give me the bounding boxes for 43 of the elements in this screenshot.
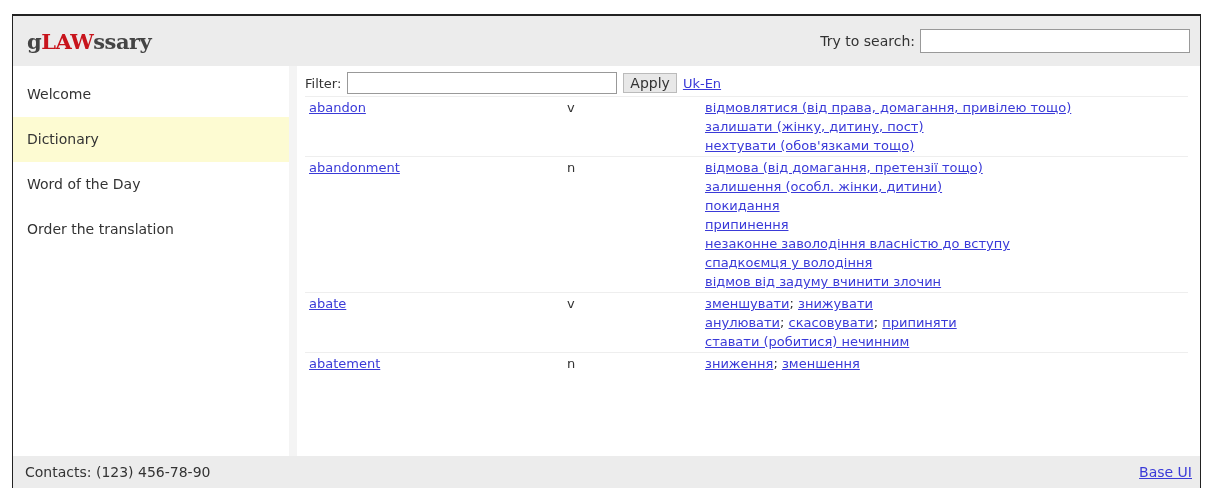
filter-label: Filter: <box>305 75 342 91</box>
sidebar-item[interactable]: Dictionary <box>13 117 289 162</box>
translation-link[interactable]: ставати (робитися) нечинним <box>705 334 910 349</box>
translation-link[interactable]: знижувати <box>798 296 873 311</box>
part-of-speech: n <box>567 356 576 371</box>
translation-link[interactable]: залишення (особл. жінки, дитини) <box>705 179 943 194</box>
separator: ; <box>873 315 879 330</box>
base-ui-link[interactable]: Base UI <box>1139 464 1192 480</box>
separator: ; <box>780 315 785 330</box>
filter-field[interactable] <box>347 72 618 94</box>
translation-link[interactable]: відмова (від домагання, претензії тощо) <box>705 160 983 175</box>
search-field[interactable] <box>920 29 1190 53</box>
separator: ; <box>789 296 794 311</box>
sidebar-item[interactable]: Word of the Day <box>13 162 289 207</box>
translation-link[interactable]: зменшувати <box>705 296 790 311</box>
translation-link[interactable]: незаконне заволодіння власністю до вступу <box>705 236 1010 251</box>
translation-link[interactable]: спадкоємця у володіння <box>705 255 873 270</box>
word-link[interactable]: abatement <box>309 356 381 371</box>
translation-link[interactable]: відмовлятися (від права, домагання, привілею тощо) <box>705 100 1072 115</box>
translation-link[interactable]: скасовувати <box>788 315 874 330</box>
translation-link[interactable]: залишати (жінку, дитину, пост) <box>705 119 924 134</box>
word-link[interactable]: abate <box>309 296 347 311</box>
translation-link[interactable]: зменшення <box>781 356 860 371</box>
word-link[interactable]: abandon <box>309 100 366 115</box>
language-link[interactable]: Uk-En <box>682 75 722 91</box>
search-label: Try to search: <box>820 33 915 49</box>
sidebar-item[interactable]: Welcome <box>13 72 289 117</box>
apply-button[interactable]: Apply <box>623 73 677 93</box>
translation-link[interactable]: припиняти <box>882 315 957 330</box>
translation-link[interactable]: покидання <box>705 198 780 213</box>
contacts-text: Contacts: (123) 456-78-90 <box>25 464 211 480</box>
translation-link[interactable]: нехтувати (обов'язками тощо) <box>705 138 915 153</box>
separator: ; <box>773 356 778 371</box>
translation-link[interactable]: анулювати <box>705 315 781 330</box>
part-of-speech: v <box>567 100 575 115</box>
translation-link[interactable]: припинення <box>705 217 789 232</box>
translation-link[interactable]: зниження <box>705 356 774 371</box>
part-of-speech: v <box>567 296 575 311</box>
sidebar-item[interactable]: Order the translation <box>13 207 289 252</box>
word-link[interactable]: abandonment <box>309 160 400 175</box>
site-logo: gLAWssary <box>27 28 152 54</box>
translation-link[interactable]: відмов від задуму вчинити злочин <box>705 274 942 289</box>
part-of-speech: n <box>567 160 576 175</box>
